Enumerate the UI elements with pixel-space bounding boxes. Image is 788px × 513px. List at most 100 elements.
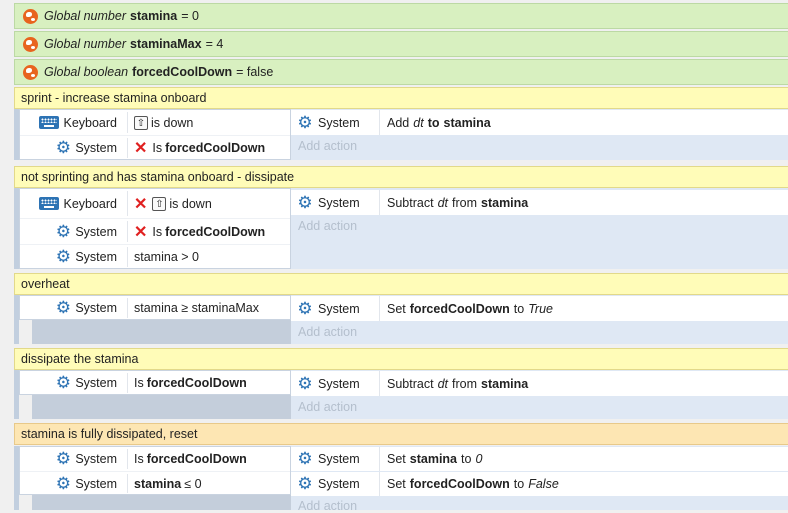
action-variable: forcedCoolDown [409,301,510,316]
condition-object: System [75,376,117,390]
add-action-link[interactable]: Add action [298,325,357,339]
condition-variable: forcedCoolDown [146,376,247,390]
condition-block[interactable]: ⚙ System stamina ≥ staminaMax [19,295,291,320]
event-dissipate-header[interactable]: not sprinting and has stamina onboard - … [14,166,788,188]
condition-variable: forcedCoolDown [165,141,266,155]
condition-text: Is [134,376,144,390]
action-preposition: from [452,376,477,391]
condition-object: Keyboard [63,115,117,130]
event-title: stamina is fully dissipated, reset [21,427,198,441]
condition-text: Is [134,452,144,466]
action-verb: Subtract [387,376,434,391]
condition-row[interactable]: ⚙ System Is forcedCoolDown [20,371,290,395]
event-empty-space[interactable] [32,395,291,419]
action-expression: dt [437,376,448,391]
condition-row[interactable]: ⚙ System stamina > 0 [20,245,290,269]
shift-key-icon: ⇧ [134,115,148,130]
action-preposition: to [513,301,525,316]
global-variable-stamina[interactable]: Global number stamina = 0 [14,3,788,29]
event-title: not sprinting and has stamina onboard - … [21,170,295,184]
global-variable-name: forcedCoolDown [132,65,233,79]
event-title: dissipate the stamina [21,352,139,366]
gear-icon: ⚙ [297,449,313,468]
condition-row[interactable]: ⚙ System stamina ≥ staminaMax [20,296,290,320]
event-dissipate-stamina-header[interactable]: dissipate the stamina [14,348,788,370]
gear-icon: ⚙ [297,298,313,318]
action-preposition: to [461,452,472,466]
add-action-link[interactable]: Add action [298,139,357,153]
event-empty-space[interactable] [32,320,291,344]
global-variable-value: = 0 [181,9,199,23]
condition-row[interactable]: ⚙ System ✕ Is forcedCoolDown [20,219,290,244]
inverted-condition-icon: ✕ [134,140,148,157]
action-row[interactable]: ⚙ System Subtract dt from stamina [291,190,788,215]
condition-variable: stamina [134,476,182,491]
gear-icon: ⚙ [297,192,313,212]
global-variable-kind: Global boolean [44,65,129,79]
event-empty-space[interactable] [32,495,291,510]
action-row[interactable]: ⚙ System Add dt to stamina [291,110,788,135]
condition-text: Is [152,224,163,239]
action-object: System [318,477,360,491]
action-value: 0 [475,452,483,466]
condition-text: Is [152,141,163,155]
global-variable-staminamax[interactable]: Global number staminaMax = 4 [14,31,788,57]
condition-row[interactable]: ⚙ System stamina ≤ 0 [20,472,290,495]
condition-text: stamina ≥ staminaMax [134,301,259,315]
condition-variable: forcedCoolDown [165,224,266,239]
action-variable: stamina [481,376,529,391]
event-title: sprint - increase stamina onboard [21,91,207,105]
action-object: System [318,301,360,316]
global-variable-name: stamina [130,9,178,23]
action-row[interactable]: ⚙ System Set stamina to 0 [291,447,788,471]
action-expression: dt [437,195,448,210]
gear-icon: ⚙ [55,449,71,468]
action-object: System [318,376,360,391]
add-action-link[interactable]: Add action [298,499,357,513]
action-verb: Set [387,301,406,316]
gear-icon: ⚙ [55,138,71,157]
condition-text: ≤ 0 [184,476,202,491]
add-action-link[interactable]: Add action [298,400,357,414]
action-object: System [318,452,360,466]
inverted-condition-icon: ✕ [134,195,148,213]
condition-row[interactable]: Keyboard ⇧ is down [20,110,290,135]
event-reset-header[interactable]: stamina is fully dissipated, reset [14,423,788,445]
inverted-condition-icon: ✕ [134,223,148,241]
action-preposition: to [427,115,440,130]
keyboard-icon [39,116,60,129]
action-verb: Set [387,477,406,491]
condition-block[interactable]: Keyboard ⇧ is down ⚙ System ✕ Is forcedC… [19,109,291,160]
keyboard-icon [39,197,60,210]
event-sprint-header[interactable]: sprint - increase stamina onboard [14,87,788,109]
gear-icon: ⚙ [55,298,71,317]
action-preposition: to [513,477,525,491]
event-overheat-header[interactable]: overheat [14,273,788,295]
action-value: True [528,301,553,316]
condition-object: System [75,141,117,155]
condition-object: System [75,224,117,239]
event-title: overheat [21,277,70,291]
global-variable-kind: Global number [44,37,126,51]
add-action-link[interactable]: Add action [298,219,357,233]
gear-icon: ⚙ [55,373,71,392]
global-variable-forcedcooldown[interactable]: Global boolean forcedCoolDown = false [14,59,788,85]
action-expression: dt [413,115,424,130]
condition-block[interactable]: ⚙ System Is forcedCoolDown ⚙ System stam… [19,446,291,495]
condition-row[interactable]: ⚙ System Is forcedCoolDown [20,447,290,471]
condition-block[interactable]: ⚙ System Is forcedCoolDown [19,370,291,395]
condition-block[interactable]: Keyboard ✕ ⇧ is down ⚙ System ✕ Is force… [19,188,291,269]
gear-icon: ⚙ [297,112,313,132]
action-row[interactable]: ⚙ System Set forcedCoolDown to True [291,296,788,321]
action-verb: Subtract [387,195,434,210]
globe-icon [23,64,38,80]
action-verb: Add [387,115,410,130]
global-variable-value: = 4 [205,37,224,51]
condition-object: System [75,476,117,491]
action-row[interactable]: ⚙ System Set forcedCoolDown to False [291,472,788,496]
action-object: System [318,115,360,130]
action-variable: stamina [409,452,458,466]
condition-row[interactable]: Keyboard ✕ ⇧ is down [20,189,290,218]
action-row[interactable]: ⚙ System Subtract dt from stamina [291,371,788,396]
condition-row[interactable]: ⚙ System ✕ Is forcedCoolDown [20,136,290,160]
